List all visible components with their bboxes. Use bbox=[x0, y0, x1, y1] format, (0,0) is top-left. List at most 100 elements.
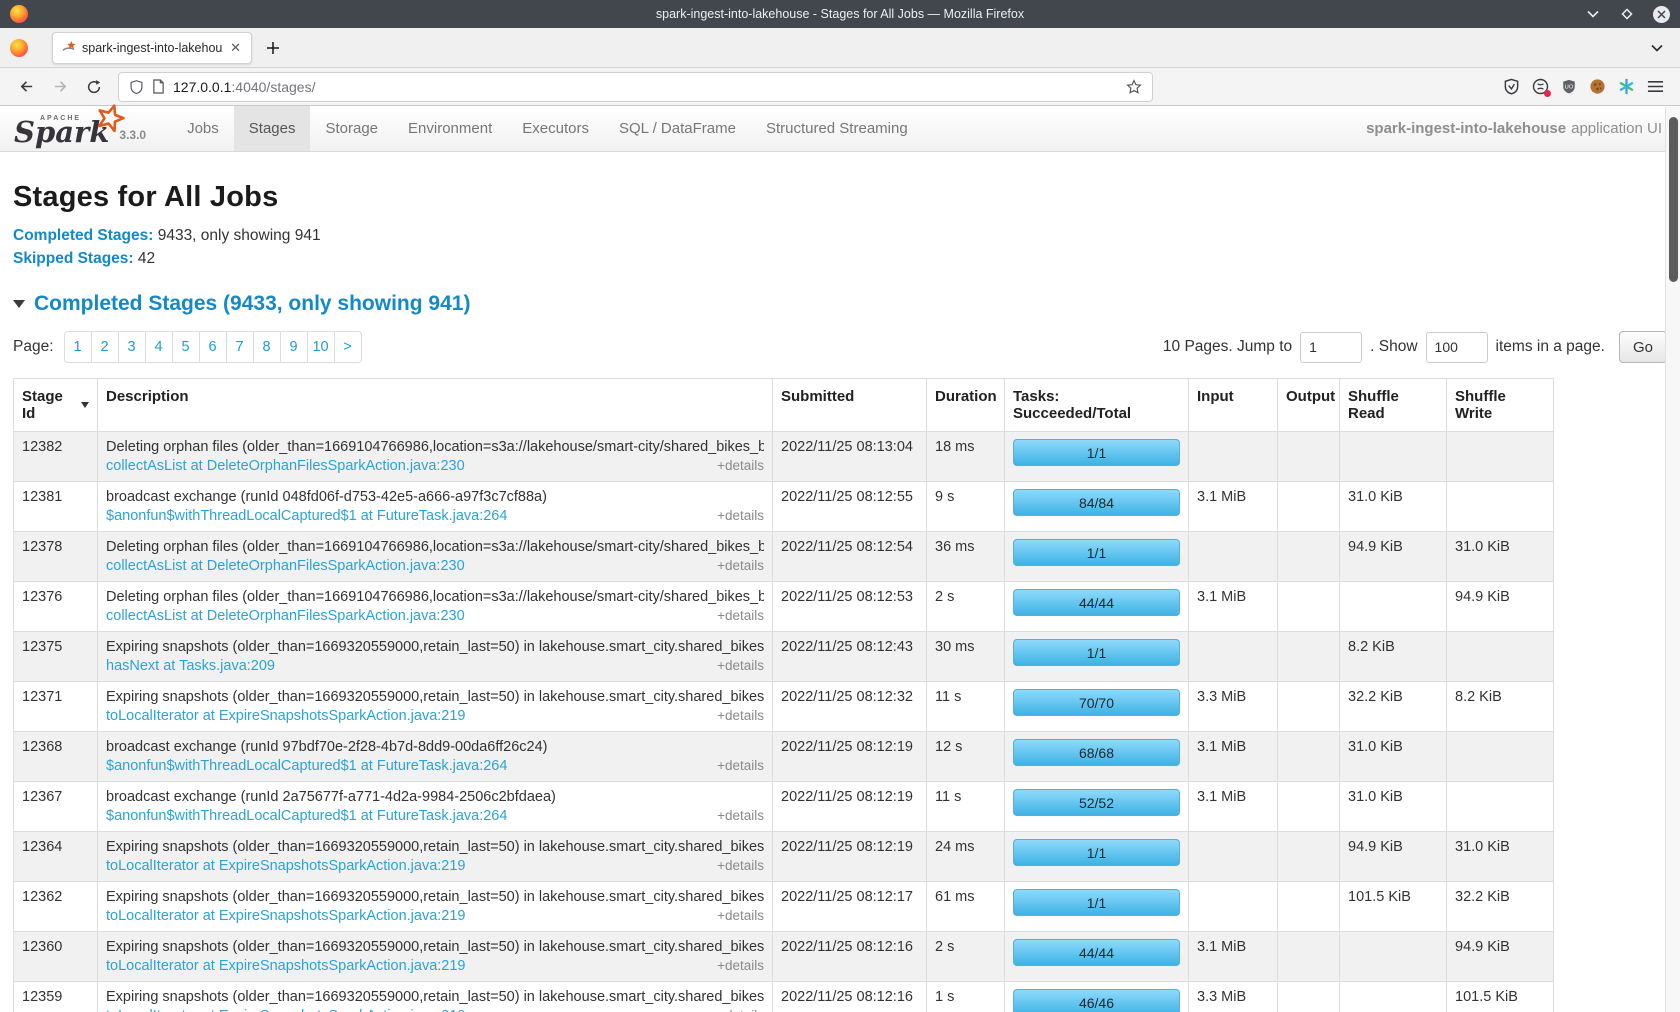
page-button-2[interactable]: 2 bbox=[91, 331, 119, 363]
tasks-cell: 1/1 bbox=[1005, 532, 1189, 582]
nav-item-storage[interactable]: Storage bbox=[310, 106, 393, 151]
tasks-cell: 68/68 bbox=[1005, 732, 1189, 782]
details-toggle[interactable]: +details bbox=[717, 458, 764, 473]
tasks-cell: 46/46 bbox=[1005, 982, 1189, 1012]
page-button-8[interactable]: 8 bbox=[253, 331, 281, 363]
details-toggle[interactable]: +details bbox=[717, 858, 764, 873]
asterisk-extension-icon[interactable] bbox=[1618, 78, 1635, 95]
reload-button[interactable] bbox=[80, 73, 108, 101]
details-toggle[interactable]: +details bbox=[717, 808, 764, 823]
column-header-output[interactable]: Output bbox=[1278, 379, 1340, 432]
stage-detail-link[interactable]: $anonfun$withThreadLocalCaptured$1 at Fu… bbox=[106, 808, 507, 824]
url-bar[interactable]: 127.0.0.1:4040/stages/ bbox=[118, 72, 1153, 102]
page-button-9[interactable]: 9 bbox=[280, 331, 308, 363]
stage-detail-link[interactable]: collectAsList at DeleteOrphanFilesSparkA… bbox=[106, 558, 465, 574]
page-button-group: 1 2 3 4 5 6 7 8 9 10 > bbox=[64, 331, 362, 363]
stage-detail-link[interactable]: hasNext at Tasks.java:209 bbox=[106, 658, 275, 674]
items-per-page-input[interactable] bbox=[1426, 332, 1488, 363]
page-button-3[interactable]: 3 bbox=[118, 331, 146, 363]
details-toggle[interactable]: +details bbox=[717, 708, 764, 723]
stage-detail-link[interactable]: toLocalIterator at ExpireSnapshotsSparkA… bbox=[106, 958, 466, 974]
input-cell: 3.1 MiB bbox=[1189, 932, 1278, 982]
tasks-cell: 1/1 bbox=[1005, 432, 1189, 482]
window-maximize-button[interactable] bbox=[1618, 5, 1636, 23]
page-button-next[interactable]: > bbox=[334, 331, 362, 363]
stage-detail-link[interactable]: collectAsList at DeleteOrphanFilesSparkA… bbox=[106, 608, 465, 624]
page-button-1[interactable]: 1 bbox=[64, 331, 92, 363]
page-button-5[interactable]: 5 bbox=[172, 331, 200, 363]
bookmark-star-icon[interactable] bbox=[1126, 79, 1142, 95]
stage-detail-link[interactable]: $anonfun$withThreadLocalCaptured$1 at Fu… bbox=[106, 758, 507, 774]
page-button-10[interactable]: 10 bbox=[307, 331, 335, 363]
jump-to-input[interactable] bbox=[1300, 332, 1362, 363]
output-cell bbox=[1278, 682, 1340, 732]
details-toggle[interactable]: +details bbox=[717, 508, 764, 523]
section-header-text: Completed Stages (9433, only showing 941… bbox=[34, 292, 470, 316]
firefox-icon[interactable] bbox=[10, 39, 28, 57]
window-close-button[interactable] bbox=[1652, 5, 1670, 23]
column-header-submitted[interactable]: Submitted bbox=[773, 379, 927, 432]
duration-cell: 12 s bbox=[927, 732, 1005, 782]
application-ui-label: spark-ingest-into-lakehouse application … bbox=[1366, 106, 1662, 151]
column-header-shuffle-write[interactable]: Shuffle Write bbox=[1447, 379, 1554, 432]
tab-title: spark-ingest-into-lakehous bbox=[82, 41, 222, 55]
scrollbar-thumb[interactable] bbox=[1669, 117, 1678, 282]
cookie-icon[interactable] bbox=[1589, 78, 1606, 95]
column-header-duration[interactable]: Duration bbox=[927, 379, 1005, 432]
nav-item-sql-dataframe[interactable]: SQL / DataFrame bbox=[604, 106, 751, 151]
details-toggle[interactable]: +details bbox=[717, 608, 764, 623]
spark-logo[interactable]: APACHE Spark 3.3.0 bbox=[14, 106, 172, 151]
nav-item-environment[interactable]: Environment bbox=[393, 106, 507, 151]
page-button-7[interactable]: 7 bbox=[226, 331, 254, 363]
stage-detail-link[interactable]: toLocalIterator at ExpireSnapshotsSparkA… bbox=[106, 708, 466, 724]
stage-description: Expiring snapshots (older_than=166932055… bbox=[106, 689, 764, 705]
output-cell bbox=[1278, 782, 1340, 832]
column-header-input[interactable]: Input bbox=[1189, 379, 1278, 432]
details-toggle[interactable]: +details bbox=[717, 958, 764, 973]
tab-close-button[interactable]: ✕ bbox=[228, 39, 243, 56]
tab-bar: spark-ingest-into-lakehous ✕ bbox=[0, 28, 1680, 68]
nav-item-executors[interactable]: Executors bbox=[507, 106, 604, 151]
go-button[interactable]: Go bbox=[1619, 331, 1667, 363]
stages-table-body: 12382 Deleting orphan files (older_than=… bbox=[14, 432, 1554, 1012]
list-all-tabs-button[interactable] bbox=[1650, 41, 1670, 55]
hamburger-menu-icon[interactable] bbox=[1647, 79, 1664, 94]
column-header-stage-id[interactable]: Stage Id bbox=[14, 379, 98, 432]
window-minimize-button[interactable] bbox=[1584, 5, 1602, 23]
column-header-description[interactable]: Description bbox=[98, 379, 773, 432]
shield-icon bbox=[129, 79, 144, 95]
new-tab-button[interactable] bbox=[266, 41, 280, 55]
nav-item-jobs[interactable]: Jobs bbox=[172, 106, 234, 151]
column-header-tasks[interactable]: Tasks: Succeeded/Total bbox=[1005, 379, 1189, 432]
stage-detail-link[interactable]: toLocalIterator at ExpireSnapshotsSparkA… bbox=[106, 1008, 466, 1012]
extension-mask-icon[interactable] bbox=[1532, 78, 1549, 95]
stage-detail-link[interactable]: collectAsList at DeleteOrphanFilesSparkA… bbox=[106, 458, 465, 474]
stage-detail-link[interactable]: $anonfun$withThreadLocalCaptured$1 at Fu… bbox=[106, 508, 507, 524]
details-toggle[interactable]: +details bbox=[717, 1008, 764, 1012]
submitted-cell: 2022/11/25 08:12:53 bbox=[773, 582, 927, 632]
extension-shield-icon[interactable] bbox=[1503, 78, 1520, 95]
details-toggle[interactable]: +details bbox=[717, 558, 764, 573]
completed-stages-section-header[interactable]: Completed Stages (9433, only showing 941… bbox=[13, 292, 1667, 316]
stage-description: Expiring snapshots (older_than=166932055… bbox=[106, 639, 764, 655]
stage-detail-link[interactable]: toLocalIterator at ExpireSnapshotsSparkA… bbox=[106, 908, 466, 924]
ublock-shield-icon[interactable]: UO bbox=[1561, 78, 1577, 95]
details-toggle[interactable]: +details bbox=[717, 758, 764, 773]
details-toggle[interactable]: +details bbox=[717, 658, 764, 673]
shuffle-read-cell: 94.9 KiB bbox=[1340, 532, 1447, 582]
details-toggle[interactable]: +details bbox=[717, 908, 764, 923]
tasks-cell: 44/44 bbox=[1005, 932, 1189, 982]
completed-stages-stat: Completed Stages: 9433, only showing 941 bbox=[13, 227, 1667, 245]
back-button[interactable] bbox=[12, 73, 40, 101]
duration-cell: 24 ms bbox=[927, 832, 1005, 882]
output-cell bbox=[1278, 732, 1340, 782]
nav-item-stages[interactable]: Stages bbox=[234, 106, 311, 151]
column-header-shuffle-read[interactable]: Shuffle Read bbox=[1340, 379, 1447, 432]
page-button-6[interactable]: 6 bbox=[199, 331, 227, 363]
page-button-4[interactable]: 4 bbox=[145, 331, 173, 363]
browser-tab[interactable]: spark-ingest-into-lakehous ✕ bbox=[52, 32, 252, 64]
forward-button[interactable] bbox=[46, 73, 74, 101]
stage-detail-link[interactable]: toLocalIterator at ExpireSnapshotsSparkA… bbox=[106, 858, 466, 874]
page-scrollbar[interactable] bbox=[1665, 107, 1680, 1012]
nav-item-structured-streaming[interactable]: Structured Streaming bbox=[751, 106, 923, 151]
